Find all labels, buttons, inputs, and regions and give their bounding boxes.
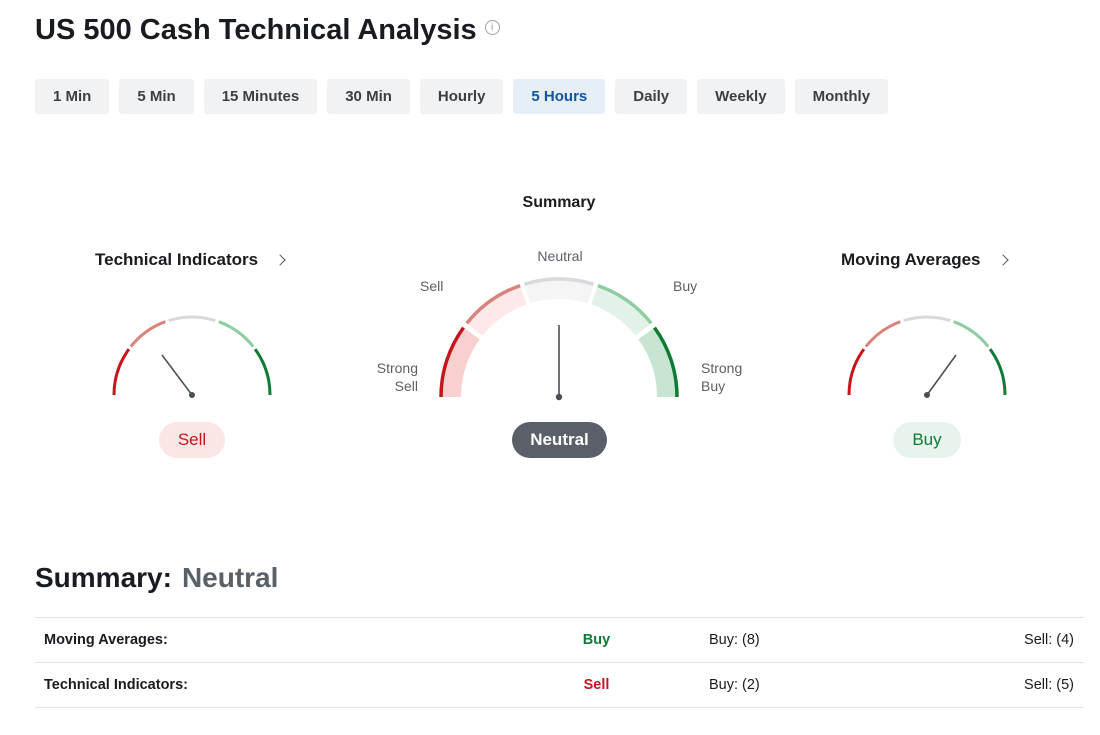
row-sell-count: Sell: (5) <box>1024 677 1074 693</box>
gauge-segment-strong-sell <box>847 348 866 396</box>
tab-monthly[interactable]: Monthly <box>794 79 889 114</box>
tab-1-min[interactable]: 1 Min <box>35 79 110 114</box>
table-row: Technical Indicators: Sell Buy: (2) Sell… <box>35 662 1084 708</box>
gauge-segment-neutral <box>903 315 951 323</box>
gauge-pivot <box>189 392 195 398</box>
summary-pivot <box>555 393 563 401</box>
summary-label-strong-buy-line2: Buy <box>701 378 726 394</box>
gauge-segment-strong-buy <box>253 348 272 396</box>
page-title-text: US 500 Cash Technical Analysis <box>35 14 477 46</box>
tab-5-hours[interactable]: 5 Hours <box>513 79 606 114</box>
gauge-segment-buy <box>953 320 990 348</box>
gauge-pivot <box>924 392 930 398</box>
page-title: US 500 Cash Technical Analysis i <box>35 14 500 47</box>
gauge-needle <box>161 354 193 396</box>
gauge-segment-strong-buy <box>988 348 1007 396</box>
tab-30-min[interactable]: 30 Min <box>327 79 410 114</box>
moving-averages-badge: Buy <box>893 422 961 458</box>
summary-label-strong-sell-line2: Sell <box>394 378 418 394</box>
tab-5-min[interactable]: 5 Min <box>119 79 194 114</box>
summary-label-strong-sell-line1: Strong <box>376 360 418 376</box>
technical-indicators-badge: Sell <box>159 422 225 458</box>
technical-indicators-link[interactable]: Technical Indicators <box>95 250 286 270</box>
row-buy-count: Buy: (2) <box>709 677 760 693</box>
summary-gauge-title: Summary <box>522 194 596 211</box>
row-name: Technical Indicators: <box>44 677 188 693</box>
summary-gauge <box>439 277 679 401</box>
table-row: Moving Averages: Buy Buy: (8) Sell: (4) <box>35 617 1084 663</box>
row-name: Moving Averages: <box>44 632 168 648</box>
technical-indicators-title: Technical Indicators <box>95 250 259 269</box>
gauge-segment-neutral <box>168 315 216 323</box>
summary-heading-label: Summary: <box>35 562 172 593</box>
tab-weekly[interactable]: Weekly <box>697 79 785 114</box>
gauge-segment-buy <box>218 320 255 348</box>
row-action: Sell <box>583 677 610 693</box>
gauge-segment-sell <box>864 320 901 348</box>
summary-label-buy: Buy <box>673 278 698 294</box>
gauge-segment-strong-sell <box>112 348 131 396</box>
gauge-segment-sell <box>129 320 166 348</box>
moving-averages-gauge <box>847 315 1007 398</box>
summary-band-sell <box>466 285 527 336</box>
chevron-right-icon <box>996 254 1009 266</box>
summary-heading: Summary: Neutral <box>35 562 278 594</box>
tab-hourly[interactable]: Hourly <box>419 79 504 114</box>
summary-label-strong-buy: Strong Buy <box>701 359 742 395</box>
gauge-needle <box>926 354 957 396</box>
summary-label-neutral: Neutral <box>537 248 583 264</box>
technical-indicators-gauge <box>112 315 272 398</box>
chevron-right-icon <box>274 254 286 266</box>
summary-label-sell: Sell <box>420 278 444 294</box>
tab-15-minutes[interactable]: 15 Minutes <box>203 79 318 114</box>
info-icon[interactable]: i <box>484 20 500 35</box>
summary-heading-value: Neutral <box>181 562 279 593</box>
summary-label-strong-buy-line1: Strong <box>701 360 743 376</box>
summary-band-buy <box>591 285 652 336</box>
tab-daily[interactable]: Daily <box>615 79 688 114</box>
timeframe-tabs: 1 Min 5 Min 15 Minutes 30 Min Hourly 5 H… <box>35 79 898 114</box>
summary-label-strong-sell: Strong Sell <box>358 359 418 395</box>
summary-badge: Neutral <box>512 422 607 458</box>
row-sell-count: Sell: (4) <box>1024 632 1074 648</box>
row-action: Buy <box>582 632 611 648</box>
summary-table: Moving Averages: Buy Buy: (8) Sell: (4) … <box>35 617 1084 708</box>
row-buy-count: Buy: (8) <box>709 632 760 648</box>
moving-averages-link[interactable]: Moving Averages <box>841 250 1009 270</box>
moving-averages-title: Moving Averages <box>841 250 981 269</box>
